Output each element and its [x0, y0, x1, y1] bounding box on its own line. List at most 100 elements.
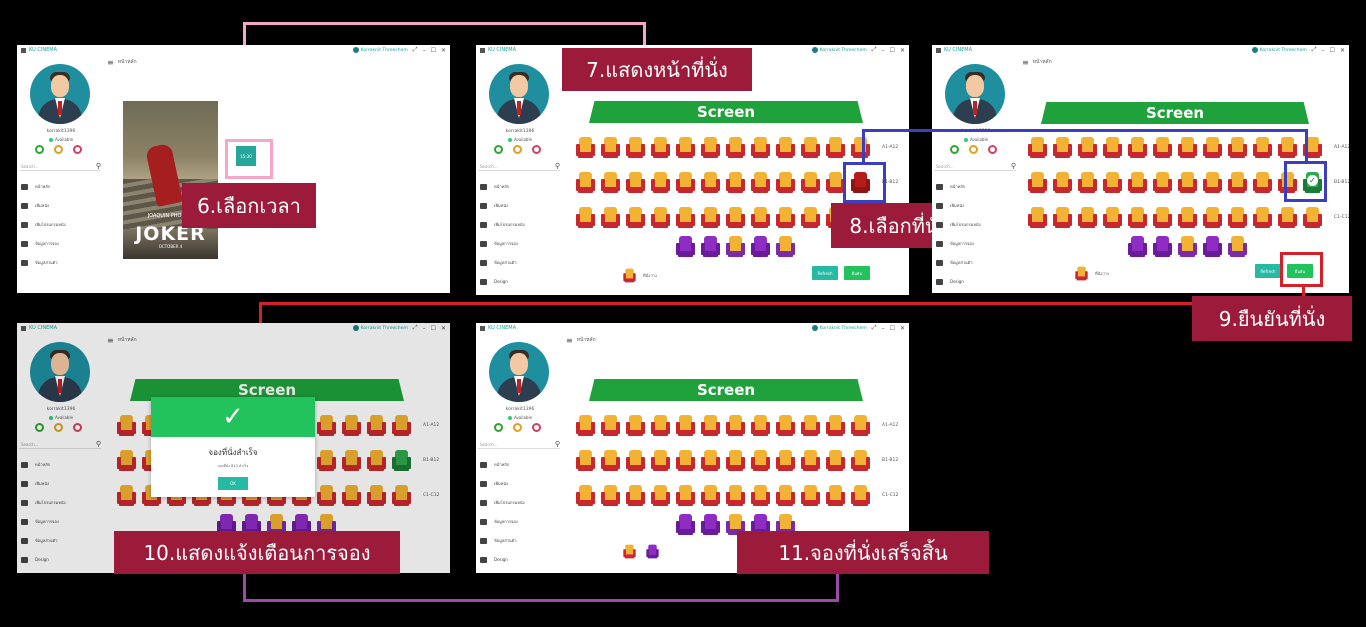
sidebar-item-design[interactable]: Design: [934, 272, 1018, 291]
seat-d2[interactable]: [701, 236, 720, 257]
seat-b6[interactable]: [701, 172, 720, 193]
seat-b5[interactable]: [676, 172, 695, 193]
status-circle-orange[interactable]: [969, 145, 978, 154]
seat-b8[interactable]: [751, 450, 770, 471]
status-circle-red[interactable]: [73, 145, 82, 154]
seat-a6[interactable]: [701, 415, 720, 436]
status-circle-red[interactable]: [532, 423, 541, 432]
expand-icon[interactable]: ⤢: [413, 46, 418, 54]
seat-c8[interactable]: [1203, 207, 1222, 228]
seat-a1[interactable]: [1028, 137, 1047, 158]
search-input[interactable]: Search... ⚲: [19, 162, 101, 171]
seat-b8[interactable]: [1203, 172, 1222, 193]
seat-a7[interactable]: [726, 415, 745, 436]
sidebar-item-add-movie[interactable]: เพิ่มหนัง: [19, 196, 103, 215]
seat-a10[interactable]: [1253, 137, 1272, 158]
user-chip[interactable]: Korraknit Threechem: [1251, 47, 1307, 53]
seat-b12[interactable]: [851, 450, 870, 471]
sidebar-item-profile[interactable]: ข้อมูลส่วนตัว: [19, 253, 103, 272]
seat-c3[interactable]: [1078, 207, 1097, 228]
search-icon[interactable]: ⚲: [96, 162, 101, 170]
expand-icon[interactable]: ⤢: [872, 324, 877, 332]
seat-d2[interactable]: [1153, 236, 1172, 257]
status-circle-orange[interactable]: [513, 423, 522, 432]
seat-a2[interactable]: [601, 137, 620, 158]
seat-a8[interactable]: [751, 415, 770, 436]
sidebar-item-profile[interactable]: ข้อมูลส่วนตัว: [478, 531, 562, 550]
seat-b7[interactable]: [726, 450, 745, 471]
seat-a5[interactable]: [676, 415, 695, 436]
status-circle-red[interactable]: [988, 145, 997, 154]
sidebar-item-add-movie[interactable]: เพิ่มหนัง: [478, 474, 562, 493]
seat-b1[interactable]: [576, 450, 595, 471]
seat-b4[interactable]: [651, 172, 670, 193]
seat-c9[interactable]: [776, 207, 795, 228]
seat-d3[interactable]: [726, 236, 745, 257]
seat-c8[interactable]: [751, 207, 770, 228]
seat-a8[interactable]: [751, 137, 770, 158]
seat-c11[interactable]: [1278, 207, 1297, 228]
sidebar-item-home[interactable]: หน้าหลัก: [934, 177, 1018, 196]
seat-c4[interactable]: [1103, 207, 1122, 228]
seat-c7[interactable]: [1178, 207, 1197, 228]
seat-b7[interactable]: [1178, 172, 1197, 193]
seat-a3[interactable]: [626, 137, 645, 158]
seat-a7[interactable]: [726, 137, 745, 158]
sidebar-item-add-program[interactable]: เพิ่มโปรแกรมหนัง: [478, 215, 562, 234]
menu-icon[interactable]: ≡: [107, 58, 114, 67]
search-icon[interactable]: ⚲: [555, 162, 560, 170]
status-circle-green[interactable]: [950, 145, 959, 154]
status-circle-green[interactable]: [494, 423, 503, 432]
seat-c12[interactable]: [1303, 207, 1322, 228]
seat-b6[interactable]: [701, 450, 720, 471]
seat-c2[interactable]: [601, 485, 620, 506]
sidebar-item-add-program[interactable]: เพิ่มโปรแกรมหนัง: [478, 493, 562, 512]
search-icon[interactable]: ⚲: [555, 440, 560, 448]
seat-d5[interactable]: [776, 236, 795, 257]
seat-a10[interactable]: [801, 415, 820, 436]
status-circle-red[interactable]: [532, 145, 541, 154]
sidebar-item-home[interactable]: หน้าหลัก: [19, 177, 103, 196]
search-input[interactable]: Search... ⚲: [478, 162, 560, 171]
user-chip[interactable]: Korraknit Threechem: [811, 47, 867, 53]
seat-c5[interactable]: [676, 207, 695, 228]
seat-c2[interactable]: [601, 207, 620, 228]
status-circle-orange[interactable]: [513, 145, 522, 154]
seat-a12[interactable]: [851, 415, 870, 436]
seat-c6[interactable]: [701, 207, 720, 228]
menu-icon[interactable]: ≡: [1022, 58, 1029, 67]
seat-d5[interactable]: [1228, 236, 1247, 257]
seat-b6[interactable]: [1153, 172, 1172, 193]
seat-b11[interactable]: [826, 450, 845, 471]
seat-c6[interactable]: [1153, 207, 1172, 228]
seat-a9[interactable]: [776, 415, 795, 436]
seat-a11[interactable]: [1278, 137, 1297, 158]
expand-icon[interactable]: ⤢: [1312, 46, 1317, 54]
sidebar-item-bookings[interactable]: ข้อมูลการจอง: [478, 234, 562, 253]
sidebar-item-add-movie[interactable]: เพิ่มหนัง: [478, 196, 562, 215]
seat-a5[interactable]: [1128, 137, 1147, 158]
seat-c3[interactable]: [626, 207, 645, 228]
minimize-icon[interactable]: –: [423, 47, 426, 54]
seat-b3[interactable]: [626, 172, 645, 193]
menu-icon[interactable]: ≡: [566, 336, 573, 345]
seat-d4[interactable]: [751, 236, 770, 257]
seat-c9[interactable]: [1228, 207, 1247, 228]
seat-b4[interactable]: [651, 450, 670, 471]
seat-c11[interactable]: [826, 485, 845, 506]
close-icon[interactable]: ✕: [441, 47, 446, 54]
seat-b5[interactable]: [1128, 172, 1147, 193]
seat-c10[interactable]: [801, 207, 820, 228]
maximize-icon[interactable]: ☐: [1330, 47, 1335, 54]
seat-c8[interactable]: [751, 485, 770, 506]
seat-d1[interactable]: [676, 514, 695, 535]
seat-a2[interactable]: [601, 415, 620, 436]
seat-b4[interactable]: [1103, 172, 1122, 193]
sidebar-item-bookings[interactable]: ข้อมูลการจอง: [19, 234, 103, 253]
minimize-icon[interactable]: –: [882, 47, 885, 54]
sidebar-item-home[interactable]: หน้าหลัก: [478, 177, 562, 196]
seat-b9[interactable]: [776, 450, 795, 471]
seat-d1[interactable]: [676, 236, 695, 257]
seat-a8[interactable]: [1203, 137, 1222, 158]
seat-c5[interactable]: [676, 485, 695, 506]
